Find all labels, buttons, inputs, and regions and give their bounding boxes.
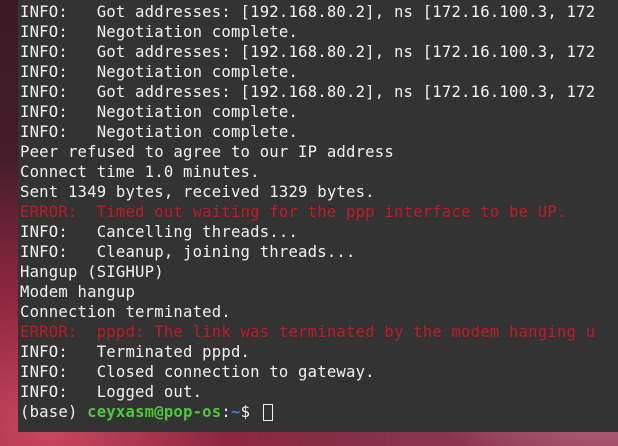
terminal-error-line: ERROR: pppd: The link was terminated by …	[20, 323, 596, 341]
terminal-output: INFO: Got addresses: [192.168.80.2], ns …	[20, 2, 595, 422]
terminal-line: Connection terminated.	[20, 303, 231, 321]
terminal-line: INFO: Negotiation complete.	[20, 123, 299, 141]
terminal-window[interactable]: INFO: Got addresses: [192.168.80.2], ns …	[18, 0, 618, 432]
terminal-line: INFO: Negotiation complete.	[20, 23, 299, 41]
prompt-user-host: ceyxasm@pop-os	[87, 403, 222, 421]
terminal-line: Sent 1349 bytes, received 1329 bytes.	[20, 183, 375, 201]
terminal-line: INFO: Logged out.	[20, 383, 203, 401]
terminal-line: INFO: Got addresses: [192.168.80.2], ns …	[20, 83, 596, 101]
terminal-line: INFO: Terminated pppd.	[20, 343, 251, 361]
terminal-line: INFO: Negotiation complete.	[20, 103, 299, 121]
terminal-line: INFO: Closed connection to gateway.	[20, 363, 375, 381]
terminal-line: INFO: Got addresses: [192.168.80.2], ns …	[20, 3, 596, 21]
command-prompt[interactable]: (base) ceyxasm@pop-os:~$	[20, 402, 595, 422]
prompt-env: (base)	[20, 403, 88, 421]
terminal-line: Peer refused to agree to our IP address	[20, 143, 394, 161]
terminal-line: INFO: Cleanup, joining threads...	[20, 243, 356, 261]
terminal-line: Connect time 1.0 minutes.	[20, 163, 260, 181]
terminal-line: Hangup (SIGHUP)	[20, 263, 164, 281]
prompt-separator: :	[221, 403, 231, 421]
terminal-line: INFO: Negotiation complete.	[20, 63, 299, 81]
terminal-line: Modem hangup	[20, 283, 136, 301]
prompt-symbol: $	[240, 403, 260, 421]
terminal-error-line: ERROR: Timed out waiting for the ppp int…	[20, 203, 567, 221]
prompt-path: ~	[230, 403, 241, 421]
terminal-line: INFO: Cancelling threads...	[20, 223, 299, 241]
text-cursor[interactable]	[262, 404, 273, 421]
terminal-line: INFO: Got addresses: [192.168.80.2], ns …	[20, 43, 596, 61]
